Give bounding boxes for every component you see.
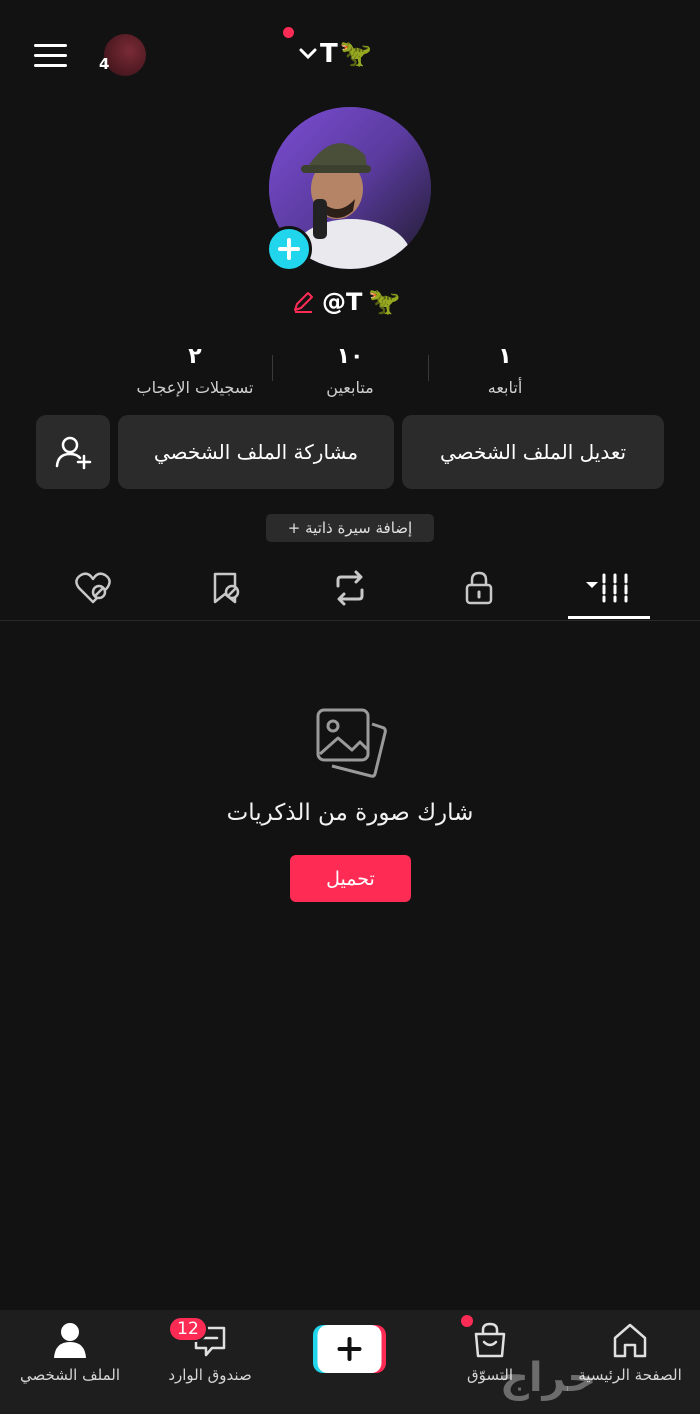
share-profile-button[interactable]: مشاركة الملف الشخصي: [118, 415, 394, 489]
followers-stat[interactable]: ١٠ متابعين: [275, 342, 425, 400]
story-avatar[interactable]: [104, 34, 146, 76]
tab-favorites[interactable]: [180, 560, 270, 616]
top-username: T: [320, 39, 338, 69]
plus-icon: [278, 238, 300, 260]
following-count: ١: [498, 344, 512, 369]
tab-liked[interactable]: [48, 560, 138, 616]
watermark-logo: حراج: [500, 1355, 597, 1401]
videos-grid-icon: [586, 573, 628, 603]
nav-inbox-label: صندوق الوارد: [168, 1366, 252, 1384]
dinosaur-emoji: 🦖: [339, 39, 373, 69]
profile-handle-row: @T 🦖: [290, 284, 401, 320]
menu-icon[interactable]: [34, 42, 68, 68]
inbox-badge: 12: [168, 1316, 208, 1342]
edit-profile-button[interactable]: تعديل الملف الشخصي: [402, 415, 664, 489]
add-bio-button[interactable]: + إضافة سيرة ذاتية: [266, 514, 434, 542]
edit-pencil-icon[interactable]: [290, 289, 316, 315]
create-button[interactable]: [313, 1325, 386, 1373]
home-icon: [613, 1323, 647, 1358]
stat-divider: [428, 355, 429, 381]
favorites-icon: [213, 572, 240, 604]
active-tab-indicator: [568, 616, 650, 619]
likes-count: ٢: [188, 344, 202, 369]
followers-count: ١٠: [336, 344, 364, 369]
shop-notification-dot: [461, 1315, 473, 1327]
profile-person-icon: [54, 1323, 86, 1358]
notification-dot: [283, 27, 294, 38]
add-friends-button[interactable]: [36, 415, 110, 489]
tab-videos[interactable]: [564, 560, 654, 616]
likes-label: تسجيلات الإعجاب: [136, 378, 254, 397]
chevron-down-icon: [299, 48, 317, 60]
shopping-bag-icon: [474, 1322, 506, 1358]
tab-private[interactable]: [434, 560, 524, 616]
tab-reposts[interactable]: [305, 560, 395, 616]
account-switcher[interactable]: T 🦖: [298, 36, 372, 72]
nav-profile-label: الملف الشخصي: [20, 1366, 120, 1384]
following-label: أتابعه: [487, 378, 523, 397]
lock-icon: [465, 571, 493, 605]
empty-state-title: شارك صورة من الذكريات: [226, 800, 474, 826]
likes-stat[interactable]: ٢ تسجيلات الإعجاب: [120, 342, 270, 400]
add-user-icon: [55, 436, 92, 470]
story-count: 4: [99, 55, 110, 73]
tabs-divider: [0, 620, 700, 621]
followers-label: متابعين: [326, 378, 374, 397]
profile-handle: @T: [322, 288, 363, 316]
nav-inbox[interactable]: صندوق الوارد: [140, 1320, 280, 1400]
upload-button[interactable]: تحميل: [290, 855, 411, 902]
add-avatar-button[interactable]: [266, 226, 312, 272]
stat-divider: [272, 355, 273, 381]
following-stat[interactable]: ١ أتابعه: [430, 342, 580, 400]
dinosaur-emoji: 🦖: [368, 287, 401, 317]
photo-icon: [316, 708, 387, 778]
liked-heart-icon: [75, 572, 111, 604]
repost-icon: [336, 570, 364, 606]
nav-profile[interactable]: الملف الشخصي: [0, 1320, 140, 1400]
